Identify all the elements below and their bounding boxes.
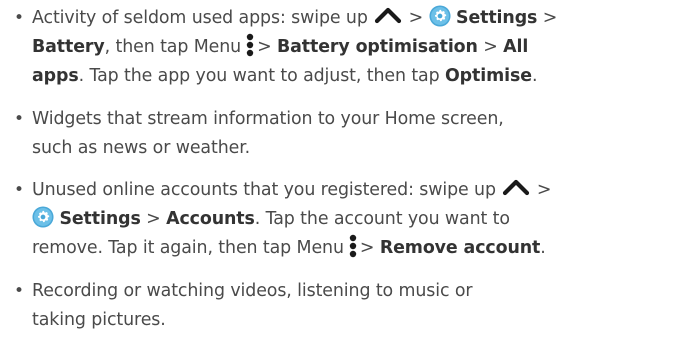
text: >: [146, 209, 161, 229]
list-item: • Recording or watching videos, listenin…: [0, 277, 679, 335]
text: Unused online accounts that you register…: [32, 180, 496, 200]
battery-optimisation-label: Battery optimisation: [276, 37, 478, 57]
text: >: [359, 238, 375, 258]
text: >: [257, 37, 272, 57]
text: >: [483, 37, 498, 57]
text-line: remove. Tap it again, then tap Menu > Rem…: [0, 234, 679, 263]
text: >: [542, 8, 558, 28]
text: remove. Tap it again, then tap Menu: [32, 238, 344, 258]
text-line: taking pictures.: [32, 310, 166, 330]
text: .: [540, 238, 546, 258]
menu-dots-icon: [348, 234, 358, 258]
text-line: Unused online accounts that you register…: [0, 176, 679, 205]
settings-gear-icon: [429, 5, 451, 27]
text-line: apps. Tap the app you want to adjust, th…: [0, 62, 679, 91]
text: >: [536, 180, 552, 200]
list-item: • Unused online accounts that you regist…: [0, 176, 679, 263]
text: . Tap the app you want to adjust, then t…: [78, 66, 440, 86]
text: .: [531, 66, 538, 86]
text: , then tap Menu: [104, 37, 242, 57]
bullet-dot: •: [14, 8, 24, 28]
accounts-label: Accounts: [166, 209, 255, 229]
text-line: Recording or watching videos, listening …: [32, 281, 473, 301]
battery-label: Battery: [32, 37, 105, 57]
text-line: Settings > Accounts. Tap the account you…: [0, 205, 679, 234]
text-line: Battery, then tap Menu > Battery optimisa…: [0, 33, 679, 62]
text-line: Activity of seldom used apps: swipe up >…: [0, 4, 679, 33]
remove-account-label: Remove account: [379, 238, 541, 258]
text-line: such as news or weather.: [32, 138, 251, 158]
all-label: All: [503, 37, 529, 57]
apps-label: apps: [32, 66, 79, 86]
optimise-label: Optimise: [445, 66, 532, 86]
bullet-dot: •: [14, 281, 24, 301]
bullet-dot: •: [14, 109, 24, 129]
list-item: • Activity of seldom used apps: swipe up…: [0, 4, 679, 91]
text: . Tap the account you want to: [254, 209, 510, 229]
text: Activity of seldom used apps: swipe up: [32, 8, 368, 28]
chevron-up-icon: [373, 5, 403, 25]
settings-gear-icon: [32, 206, 54, 228]
chevron-up-icon: [501, 177, 531, 197]
bullet-dot: •: [14, 180, 24, 200]
menu-dots-icon: [245, 33, 255, 57]
document: • Activity of seldom used apps: swipe up…: [0, 0, 679, 357]
settings-label: Settings: [59, 209, 141, 229]
settings-label: Settings: [456, 8, 538, 28]
text-line: Widgets that stream information to your …: [32, 109, 504, 129]
text: >: [408, 8, 424, 28]
list-item: • Widgets that stream information to you…: [0, 105, 679, 163]
